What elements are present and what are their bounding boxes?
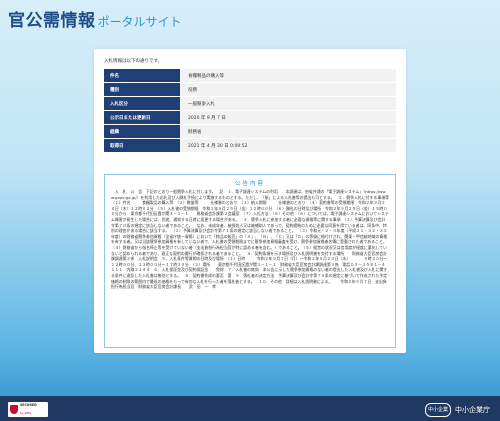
- row-label-subject: 件名: [104, 69, 180, 83]
- row-value-subject: 食糧製品の購入等: [180, 69, 396, 83]
- row-value-organization: 財務省: [180, 124, 396, 139]
- secured-badge[interactable]: SECURED by JPRS: [8, 402, 48, 417]
- sme-mark-icon: 中小企業: [425, 402, 451, 417]
- table-row: 種別 役務: [104, 82, 396, 97]
- table-row: 入札区分 一般競争入札: [104, 96, 396, 111]
- row-value-date: 2020 年 9 月 7 日: [180, 110, 396, 125]
- site-logo-title[interactable]: 官公需情報: [8, 11, 96, 31]
- row-label-type: 種別: [104, 82, 180, 97]
- row-label-retrieved: 取得日: [104, 138, 180, 153]
- row-value-bid-category: 一般競争入札: [180, 96, 396, 111]
- secured-by-label: by JPRS: [20, 411, 32, 415]
- intro-text: 入札情報は以下の通りです。: [104, 59, 163, 64]
- secured-label: SECURED: [20, 403, 37, 407]
- site-header: 官公需情報 ポータルサイト: [8, 6, 182, 31]
- bid-detail-card: 入札情報は以下の通りです。 件名 食糧製品の購入等 種別 役務 入札区分 一般競…: [94, 49, 406, 353]
- shield-icon: [10, 405, 18, 414]
- table-row: 件名 食糧製品の購入等: [104, 69, 396, 83]
- row-label-date: 公示日または更新日: [104, 110, 180, 125]
- sme-agency-logo[interactable]: 中小企業 中小企業庁: [425, 402, 490, 417]
- table-row: 取得日 2021 年 4 月 30 日 0:09:52: [104, 138, 396, 153]
- row-value-type: 役務: [180, 82, 396, 97]
- bid-info-table: 件名 食糧製品の購入等 種別 役務 入札区分 一般競争入札 公示日または更新日 …: [104, 69, 396, 153]
- row-label-organization: 組織: [104, 124, 180, 139]
- sme-agency-name: 中小企業庁: [455, 405, 490, 414]
- table-row: 公示日または更新日 2020 年 9 月 7 日: [104, 110, 396, 125]
- notice-box: 公告内容 入 札 公 告 下記のとおり一般競争入札に付します。 記 １．電子調達…: [104, 174, 396, 348]
- notice-body: 入 札 公 告 下記のとおり一般競争入札に付します。 記 １．電子調達システムの…: [111, 189, 393, 290]
- site-logo-subtitle[interactable]: ポータルサイト: [98, 15, 182, 29]
- row-value-retrieved: 2021 年 4 月 30 日 0:09:52: [180, 138, 396, 153]
- table-row: 組織 財務省: [104, 124, 396, 139]
- row-label-bid-category: 入札区分: [104, 96, 180, 111]
- notice-title: 公告内容: [234, 181, 265, 187]
